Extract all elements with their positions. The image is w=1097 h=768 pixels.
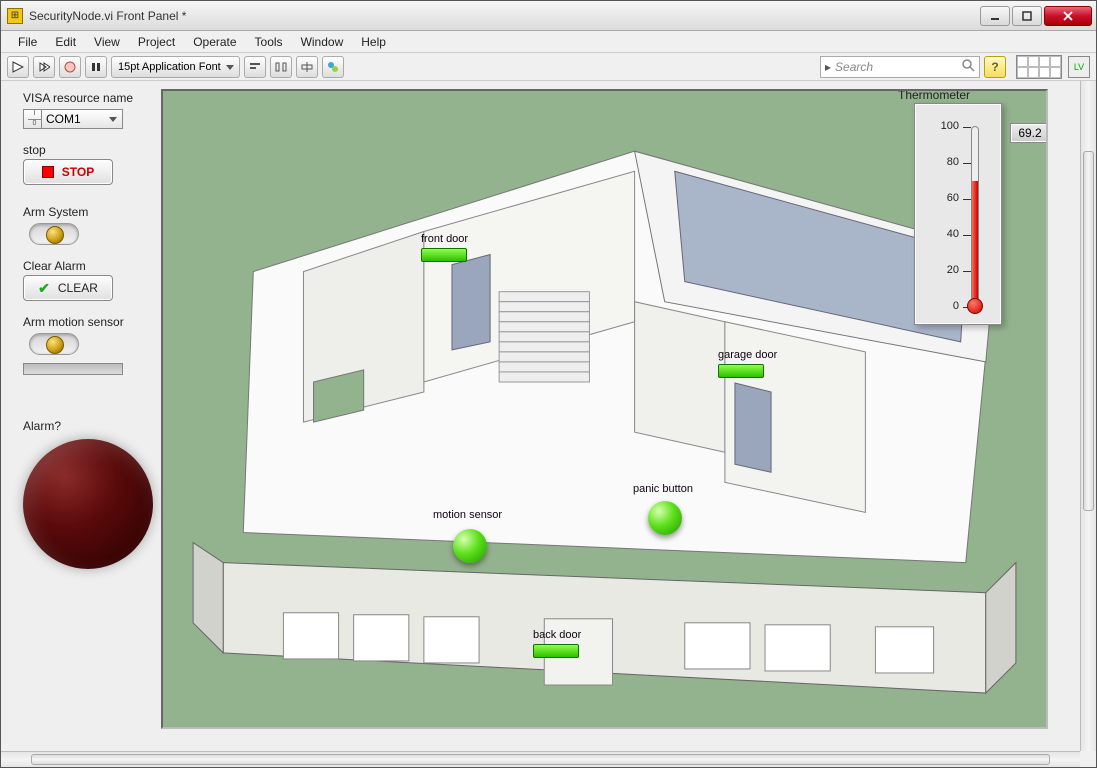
thermo-bulb [967, 298, 983, 314]
run-continuous-button[interactable] [33, 56, 55, 78]
floorplan-3d: front door garage door motion sensor pan… [161, 89, 1048, 729]
app-icon: ⊞ [7, 8, 23, 24]
back-door-indicator [533, 644, 579, 658]
front-door-indicator [421, 248, 467, 262]
visa-value: COM1 [46, 112, 81, 126]
menu-edit[interactable]: Edit [46, 33, 85, 51]
hscroll-thumb[interactable] [31, 754, 1050, 765]
close-button[interactable] [1044, 6, 1092, 26]
titlebar: ⊞ SecurityNode.vi Front Panel * [1, 1, 1096, 31]
motion-slider[interactable] [23, 363, 123, 375]
thermo-fill [972, 181, 978, 303]
alarm-led [23, 439, 153, 569]
motion-sensor-label: motion sensor [433, 509, 502, 521]
garage-door-label: garage door [718, 349, 777, 361]
back-door-label: back door [533, 629, 581, 641]
stop-button-label: STOP [62, 165, 94, 179]
thermo-tick-0: 0 [931, 300, 959, 312]
menu-project[interactable]: Project [129, 33, 184, 51]
menu-tools[interactable]: Tools [246, 33, 292, 51]
reorder-button[interactable] [322, 56, 344, 78]
thermometer-value: 69.2 [1018, 126, 1041, 140]
menu-operate[interactable]: Operate [184, 33, 245, 51]
search-placeholder: Search [835, 60, 873, 74]
thermo-tick-20: 20 [931, 264, 959, 276]
alarm-label: Alarm? [23, 419, 61, 433]
search-icon [961, 58, 975, 75]
arm-motion-label: Arm motion sensor [23, 315, 124, 329]
garage-door-indicator [718, 364, 764, 378]
menu-window[interactable]: Window [292, 33, 353, 51]
pause-button[interactable] [85, 56, 107, 78]
window-title: SecurityNode.vi Front Panel * [29, 9, 978, 23]
horizontal-scrollbar[interactable] [1, 751, 1080, 767]
visa-label: VISA resource name [23, 91, 133, 105]
font-selector-label: 15pt Application Font [118, 61, 221, 73]
thermometer-title: Thermometer [890, 89, 978, 102]
thermo-tick-40: 40 [931, 228, 959, 240]
vscroll-thumb[interactable] [1083, 151, 1094, 511]
toolbar: 15pt Application Font ▸ Search ? LV [1, 53, 1096, 81]
arm-system-toggle[interactable] [29, 223, 79, 245]
minimize-button[interactable] [980, 6, 1010, 26]
stop-icon [42, 166, 54, 178]
clear-button-label: CLEAR [58, 281, 98, 295]
help-button[interactable]: ? [984, 56, 1006, 78]
icon-grid[interactable] [1016, 55, 1062, 79]
clear-alarm-label: Clear Alarm [23, 259, 86, 273]
distribute-button[interactable] [270, 56, 292, 78]
menu-view[interactable]: View [85, 33, 129, 51]
front-door-label: front door [421, 233, 468, 245]
motion-sensor-indicator [453, 529, 487, 563]
menubar: File Edit View Project Operate Tools Win… [1, 31, 1096, 53]
arm-system-label: Arm System [23, 205, 88, 219]
maximize-button[interactable] [1012, 6, 1042, 26]
search-input[interactable]: ▸ Search [820, 56, 980, 78]
thermometer-readout: 69.2 [1010, 123, 1048, 143]
thermometer: 100 80 60 40 20 0 [914, 103, 1002, 325]
thermo-tick-60: 60 [931, 192, 959, 204]
client-area: VISA resource name I0 COM1 stop STOP Arm… [1, 81, 1096, 767]
stop-label: stop [23, 143, 46, 157]
run-button[interactable] [7, 56, 29, 78]
resize-button[interactable] [296, 56, 318, 78]
arm-motion-toggle[interactable] [29, 333, 79, 355]
panic-button-indicator[interactable] [648, 501, 682, 535]
stop-button[interactable]: STOP [23, 159, 113, 185]
labview-icon[interactable]: LV [1068, 56, 1090, 78]
visa-resource-selector[interactable]: I0 COM1 [23, 109, 123, 129]
clear-button[interactable]: ✔ CLEAR [23, 275, 113, 301]
check-icon: ✔ [38, 280, 50, 297]
application-window: ⊞ SecurityNode.vi Front Panel * File Edi… [0, 0, 1097, 768]
menu-file[interactable]: File [9, 33, 46, 51]
panic-button-label: panic button [633, 483, 693, 495]
abort-button[interactable] [59, 56, 81, 78]
align-button[interactable] [244, 56, 266, 78]
vertical-scrollbar[interactable] [1080, 81, 1096, 751]
thermo-tick-100: 100 [931, 120, 959, 132]
thermo-tick-80: 80 [931, 156, 959, 168]
menu-help[interactable]: Help [352, 33, 395, 51]
font-selector[interactable]: 15pt Application Font [111, 56, 240, 78]
